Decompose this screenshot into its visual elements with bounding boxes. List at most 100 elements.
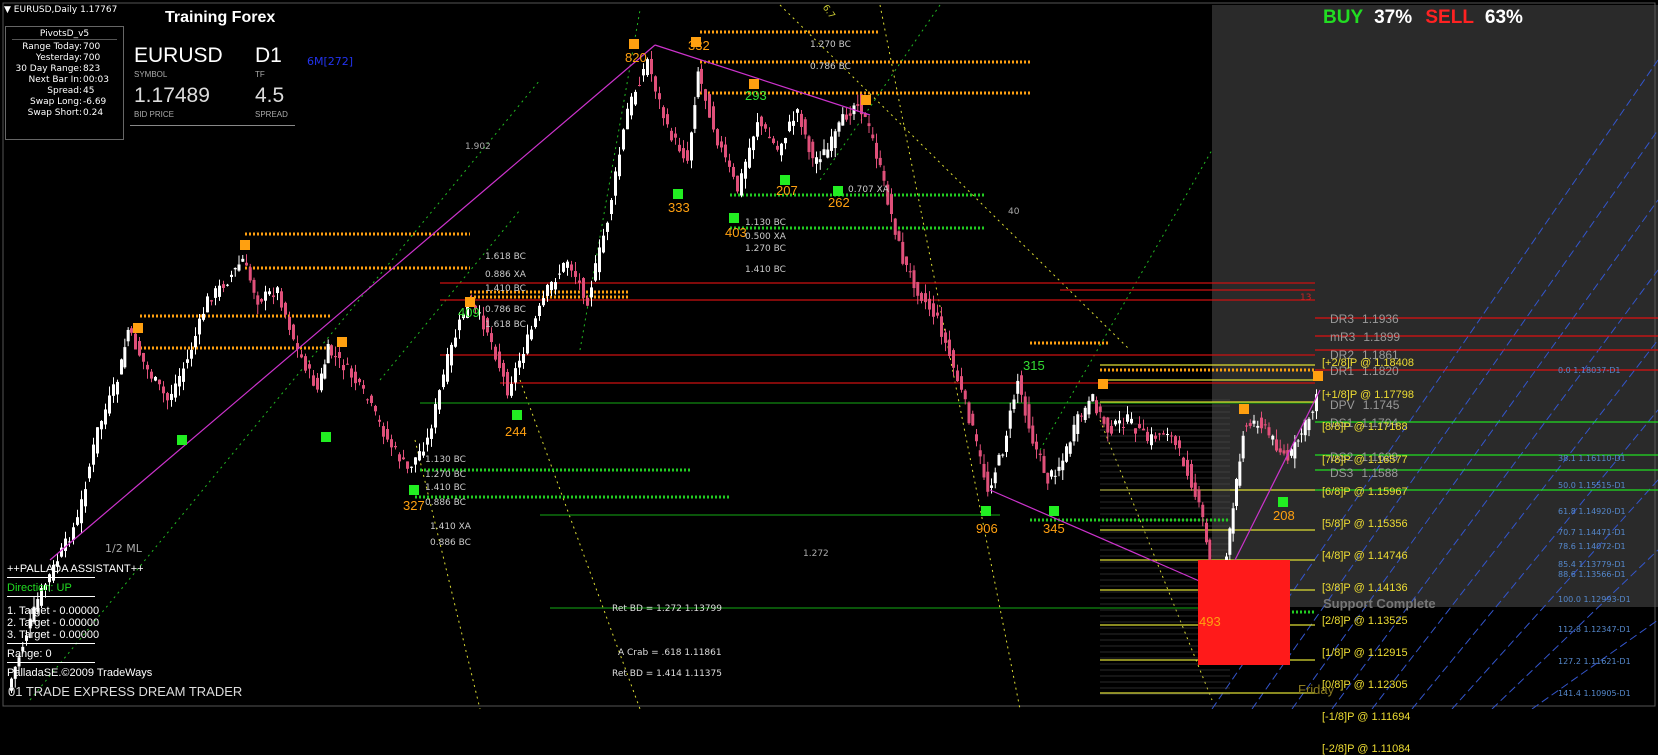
dream-trader-footer: 01 TRADE EXPRESS DREAM TRADER (8, 684, 243, 699)
fib-13-label: 13 (1300, 293, 1312, 303)
pivot-row-label: 30 Day Range: (15, 64, 82, 74)
candle-body (1190, 464, 1193, 488)
candle-body (1020, 375, 1023, 395)
swing-low-marker (981, 506, 991, 516)
candle-body (626, 108, 629, 130)
candle-body (454, 337, 457, 347)
candle-body (334, 356, 337, 358)
swing-label: 333 (668, 200, 690, 215)
swing-high-marker (861, 95, 871, 105)
harmonic-bc-label: 0.500 XA (745, 232, 786, 242)
candle-body (226, 284, 229, 286)
swing-low-marker (321, 432, 331, 442)
pivots-title: PivotsD_v5 (12, 29, 117, 40)
candle-body (123, 347, 127, 368)
candle-body (1072, 424, 1076, 442)
harmonic-bc-label: 1.130 BC (425, 455, 466, 465)
candle-body (1170, 435, 1173, 437)
menu-triangle-icon[interactable]: ▼ (4, 5, 11, 15)
candle-body (582, 278, 585, 298)
candle-body (1150, 434, 1153, 446)
sentiment-indicator: BUY 37% SELL 63% (1323, 7, 1523, 29)
candle-body (975, 434, 978, 442)
candle-body (308, 364, 311, 369)
candle-body (1106, 417, 1110, 433)
candle-body (818, 159, 822, 163)
candle-body (178, 375, 181, 387)
candle-body (1057, 466, 1061, 471)
pivot-level-value: 1.1588 (1361, 466, 1399, 480)
candle-body (811, 141, 815, 159)
candle-body (1087, 400, 1091, 415)
murrey-level: [-2/8]P @ 1.11084 (1322, 743, 1411, 755)
candle-body (732, 166, 735, 177)
candle-body (72, 527, 75, 541)
pivot-row-value: 823 (83, 64, 101, 74)
candle-body (194, 336, 197, 348)
candle-body (948, 339, 951, 357)
candle-body (162, 386, 165, 394)
candle-body (354, 371, 357, 384)
candle-body (704, 89, 707, 101)
candle-body (1126, 414, 1129, 422)
candle-body (780, 143, 783, 156)
murrey-level: [0/8]P @ 1.12305 (1322, 679, 1408, 691)
candle-body (386, 429, 389, 440)
candle-body (350, 368, 353, 378)
half-ml-label: 1/2 ML (105, 542, 142, 555)
candle-body (186, 359, 189, 363)
candle-body (871, 134, 875, 139)
symbol-value: EURUSD (134, 44, 223, 67)
murrey-level: [+1/8]P @ 1.17798 (1322, 389, 1415, 402)
candle-body (1114, 420, 1117, 425)
candle-body (796, 109, 799, 113)
candle-body (326, 344, 330, 364)
current-price: 1.17767 (80, 5, 118, 15)
swing-low-marker (729, 213, 739, 223)
fib-level-label: 85.4 1.13779-D1 (1558, 560, 1626, 569)
swing-high-marker (1313, 371, 1323, 381)
candle-body (100, 421, 103, 430)
candle-body (104, 409, 107, 425)
swing-label: 906 (976, 521, 998, 536)
candle-body (518, 360, 521, 368)
fib-1272-label: 1.272 (803, 549, 829, 559)
pivot-row-value: 45 (83, 86, 95, 96)
murrey-level: [5/8]P @ 1.15356 (1322, 518, 1408, 530)
candle-body (414, 457, 417, 465)
pivot-level-name: DS3 (1330, 466, 1354, 480)
candle-body (116, 381, 119, 395)
candle-body (1193, 482, 1197, 497)
pivot-row-label: Swap Short: (27, 108, 82, 118)
candle-body (410, 466, 413, 468)
candle-body (1166, 434, 1169, 436)
candle-body (346, 363, 349, 365)
candle-body (1271, 435, 1275, 440)
candle-body (490, 333, 493, 343)
candle-body (264, 291, 267, 301)
candle-body (138, 341, 141, 356)
swing-label: 332 (688, 38, 710, 53)
candle-body (502, 362, 505, 377)
candle-body (650, 58, 653, 75)
candle-body (554, 282, 557, 290)
training-forex-label: Training Forex (165, 9, 276, 26)
candle-body (1307, 418, 1311, 431)
candle-body (897, 231, 901, 241)
swing-label: 315 (1023, 358, 1045, 373)
candle-body (398, 454, 401, 462)
tf-value: D1 (255, 44, 282, 67)
candle-body (1263, 424, 1267, 426)
fib-level-label: 0.0 1.18037-D1 (1558, 366, 1621, 375)
candle-body (666, 114, 669, 125)
symbol-timeframe: EURUSD,Daily (13, 5, 78, 15)
fib-level-label: 88.6 1.13566-D1 (1558, 570, 1626, 579)
candle-body (740, 173, 743, 196)
pivot-row: Range Today: 700 (12, 42, 117, 53)
candle-body (120, 359, 123, 375)
candle-body (748, 147, 751, 168)
candle-body (1046, 472, 1050, 484)
swing-label: 820 (625, 50, 647, 65)
murrey-level: [6/8]P @ 1.15967 (1322, 485, 1408, 498)
fib-level-label: 112.8 1.12347-D1 (1558, 625, 1631, 634)
